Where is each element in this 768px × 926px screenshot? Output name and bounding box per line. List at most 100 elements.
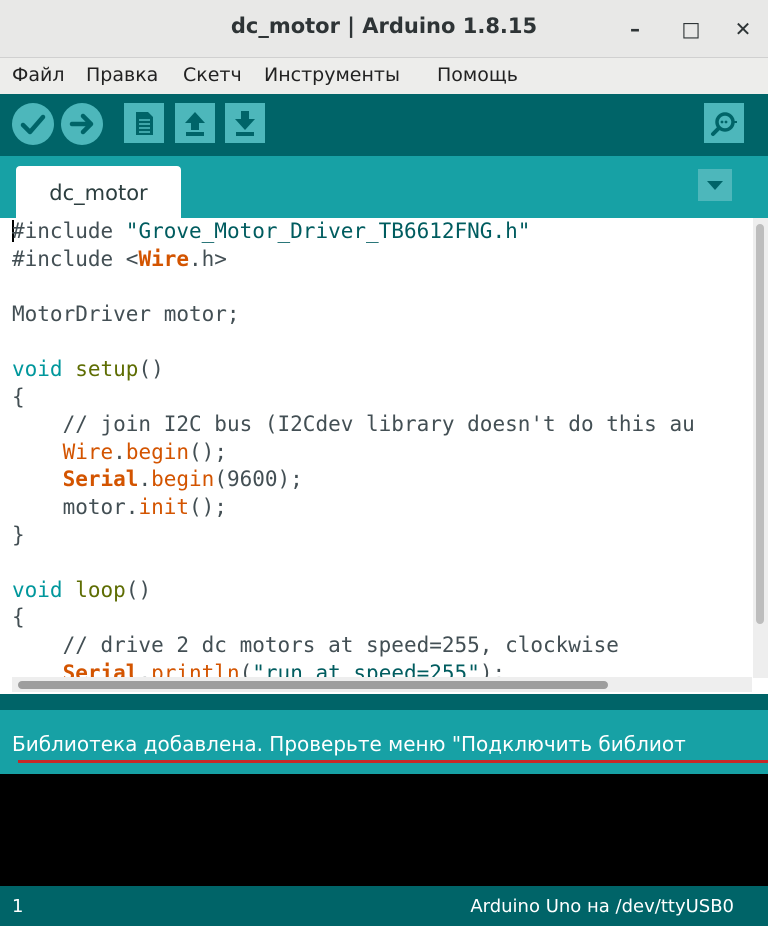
code-token: ( [239,660,253,679]
code-token: . [138,467,152,492]
magnifier-icon [711,112,737,136]
window-title: dc_motor | Arduino 1.8.15 [230,14,538,38]
code-line: Serial.println("run at speed=255"); [12,660,752,679]
upload-arrow-icon [185,112,205,136]
serial-monitor-button[interactable] [704,103,744,143]
code-token: .h> [189,246,227,271]
maximize-button[interactable]: □ [676,14,706,44]
new-sketch-button[interactable] [124,103,164,143]
code-token: (); [189,494,227,519]
line-number: 1 [12,896,24,917]
new-file-icon [136,112,153,135]
menu-tools[interactable]: Инструменты [264,64,400,86]
chevron-down-icon [707,181,723,190]
tab-menu-button[interactable] [698,169,732,201]
menu-help[interactable]: Помощь [437,64,518,86]
open-button[interactable] [175,103,215,143]
menu-file[interactable]: Файл [12,64,65,86]
code-token: "Grove_Motor_Driver_TB6612FNG.h" [125,219,531,243]
title-bar: dc_motor | Arduino 1.8.15 – □ ✕ [0,0,768,58]
code-token: (); [189,439,227,464]
code-token: void [12,577,63,602]
code-line: { [12,384,752,412]
code-text[interactable]: #include "Grove_Motor_Driver_TB6612FNG.h… [12,218,752,678]
status-underline [18,760,768,763]
menu-sketch[interactable]: Скетч [183,64,242,86]
toolbar [0,94,768,156]
code-line: void setup() [12,356,752,384]
code-token: #include [12,219,126,243]
menu-bar: Файл Правка Скетч Инструменты Помощь [0,58,768,94]
code-token: "run at speed=255" [252,660,480,679]
code-token: } [12,522,25,547]
status-bar: Библиотека добавлена. Проверьте меню "По… [0,710,768,774]
code-line: #include <Wire.h> [12,246,752,274]
code-token: // join I2C bus (I2Cdev library doesn't … [62,412,695,437]
footer-bar: 1 Arduino Uno на /dev/ttyUSB0 [0,886,768,926]
save-button[interactable] [225,103,265,143]
code-token: init [138,494,190,519]
code-token: Serial [62,467,139,492]
code-token: #include < [12,246,139,271]
tab-label: dc_motor [49,181,148,205]
code-token: begin [125,439,190,464]
code-line: Serial.begin(9600); [12,466,752,494]
code-token: () [138,356,164,381]
code-token: Wire [62,439,114,464]
tab-dc-motor[interactable]: dc_motor [16,166,181,218]
upload-button[interactable] [61,103,103,145]
horizontal-scrollbar[interactable] [12,677,752,692]
code-line: void loop() [12,577,752,605]
code-line: MotorDriver motor; [12,301,752,329]
code-token: Serial [62,660,139,679]
code-token: begin [151,467,215,492]
editor-console-divider[interactable] [0,694,768,710]
code-token: { [12,384,25,409]
menu-edit[interactable]: Правка [86,64,158,86]
code-token: motor. [12,494,139,519]
code-line: Wire.begin(); [12,439,752,467]
code-line: } [12,522,752,550]
download-arrow-icon [235,111,255,136]
code-token: // drive 2 dc motors at speed=255, clock… [62,632,619,657]
check-icon [20,114,46,135]
board-port: Arduino Uno на /dev/ttyUSB0 [470,896,734,917]
code-token: loop [75,577,126,602]
vertical-scrollbar[interactable] [753,218,768,678]
code-line: // drive 2 dc motors at speed=255, clock… [12,632,752,660]
code-token: (9600); [214,467,303,492]
code-token: void [12,356,63,381]
code-token: . [113,439,126,464]
code-token: Wire [138,246,190,271]
code-line: // join I2C bus (I2Cdev library doesn't … [12,411,752,439]
code-token: MotorDriver motor; [12,301,240,326]
code-token: . [138,660,152,679]
status-message: Библиотека добавлена. Проверьте меню "По… [12,732,686,756]
tab-bar: dc_motor [0,156,768,218]
code-token: setup [75,356,139,381]
vertical-scroll-thumb[interactable] [756,224,764,624]
minimize-button[interactable]: – [620,14,650,44]
code-line: #include "Grove_Motor_Driver_TB6612FNG.h… [12,218,752,246]
code-line: { [12,604,752,632]
code-token: ); [479,660,506,679]
code-line: motor.init(); [12,494,752,522]
code-token: println [151,660,240,679]
code-token: { [12,605,25,630]
close-button[interactable]: ✕ [728,14,758,44]
verify-button[interactable] [12,103,54,145]
horizontal-scroll-thumb[interactable] [18,681,608,689]
code-editor[interactable]: #include "Grove_Motor_Driver_TB6612FNG.h… [0,218,768,694]
console-output[interactable] [0,774,768,886]
arrow-right-icon [69,113,94,135]
